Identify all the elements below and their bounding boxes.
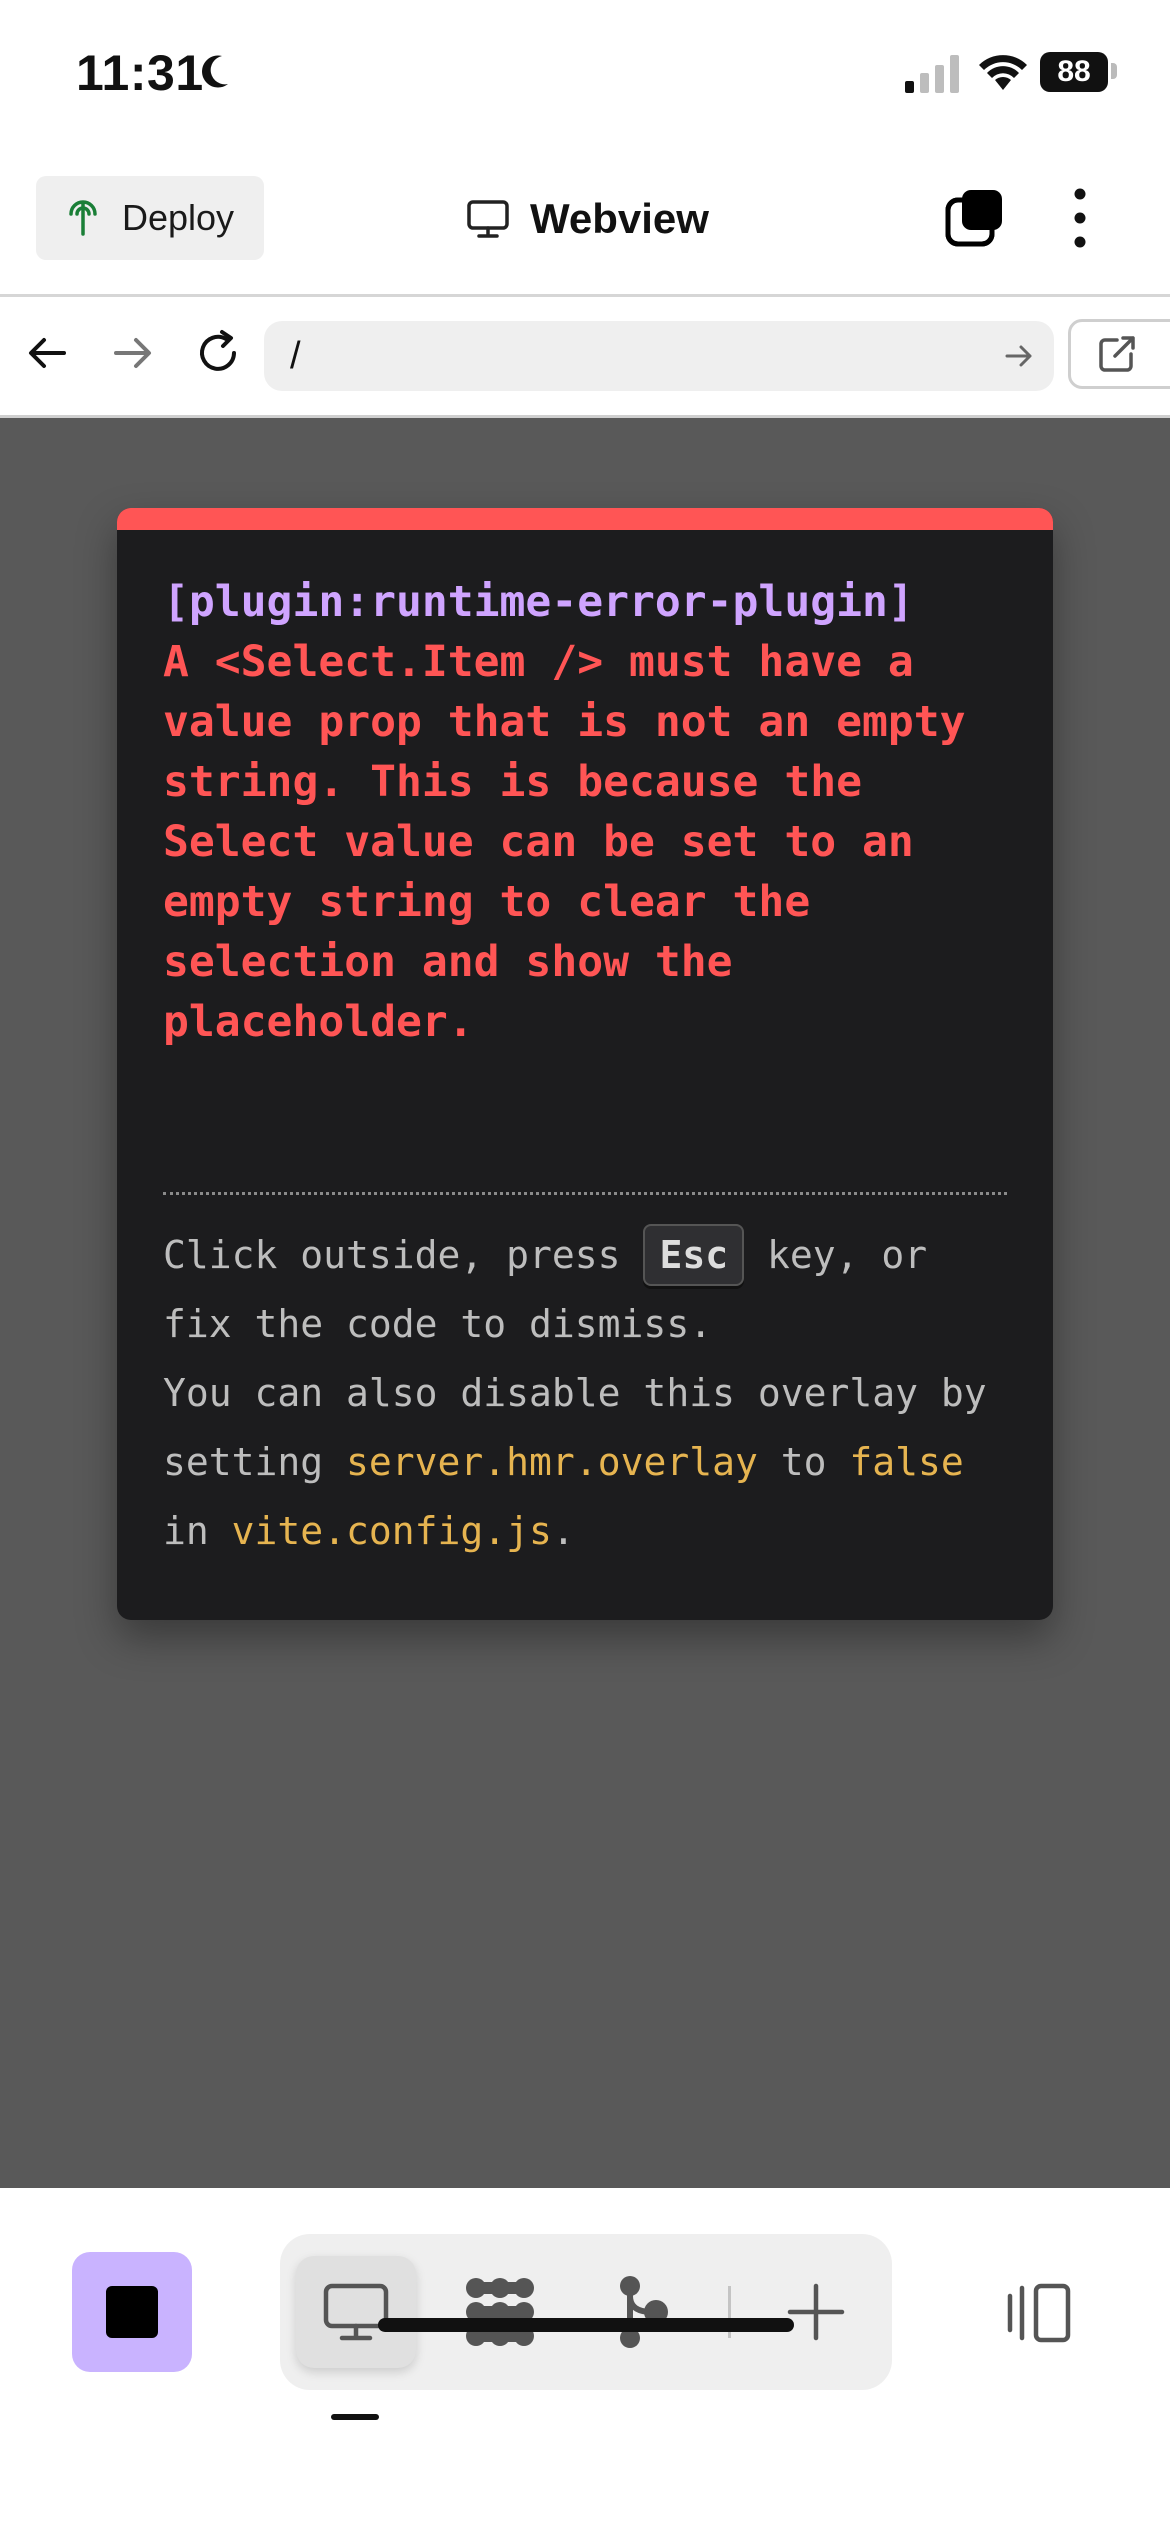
status-time: 11:31 xyxy=(76,45,204,101)
more-vertical-icon[interactable] xyxy=(1062,186,1098,250)
webview-area[interactable]: [plugin:runtime-error-plugin] A <Select.… xyxy=(0,418,1170,2188)
tip-text-5: in xyxy=(163,1509,232,1553)
app-header: Deploy Webview xyxy=(0,150,1170,297)
code-hmr-overlay: server.hmr.overlay xyxy=(346,1440,758,1484)
error-plugin: [plugin:runtime-error-plugin] xyxy=(163,577,914,627)
esc-key: Esc xyxy=(643,1224,745,1286)
code-false: false xyxy=(849,1440,964,1484)
grid-tool-button[interactable] xyxy=(440,2256,560,2368)
open-external-button[interactable] xyxy=(1068,319,1170,389)
webview-monitor-icon xyxy=(323,2283,389,2341)
url-bar xyxy=(0,297,1170,418)
deploy-tree-icon xyxy=(69,200,97,236)
reload-icon[interactable] xyxy=(192,327,244,379)
page-title: Webview xyxy=(466,194,709,244)
home-indicator[interactable] xyxy=(378,2318,794,2332)
code-vite-config: vite.config.js xyxy=(231,1509,552,1553)
error-message: A <Select.Item /> must have a value prop… xyxy=(163,637,992,1047)
wifi-icon xyxy=(979,55,1027,90)
error-overlay: [plugin:runtime-error-plugin] A <Select.… xyxy=(117,508,1053,1620)
go-arrow-icon[interactable] xyxy=(1004,342,1034,370)
grid-blob-icon xyxy=(466,2278,534,2346)
tabs-icon[interactable] xyxy=(944,186,1008,250)
tip-text-6: . xyxy=(551,1509,575,1553)
error-divider xyxy=(163,1192,1007,1195)
cellular-signal-icon xyxy=(905,55,959,93)
tip-text-1: Click outside, press xyxy=(163,1233,644,1277)
status-bar: 11:31 88 xyxy=(0,0,1170,150)
deploy-button[interactable]: Deploy xyxy=(36,176,264,260)
active-tab-indicator xyxy=(331,2414,379,2420)
battery-icon: 88 xyxy=(1040,52,1108,92)
bottom-toolbar xyxy=(0,2188,1170,2532)
url-input-container xyxy=(264,321,1054,391)
git-tool-button[interactable] xyxy=(584,2256,704,2368)
error-message-block: [plugin:runtime-error-plugin] A <Select.… xyxy=(163,572,1007,1052)
battery-tip xyxy=(1111,63,1117,79)
webview-tool-button[interactable] xyxy=(296,2256,416,2368)
monitor-icon xyxy=(467,200,509,238)
back-arrow-icon[interactable] xyxy=(26,331,70,375)
tip-text-4: to xyxy=(757,1440,850,1484)
error-accent-bar xyxy=(117,508,1053,530)
git-branch-icon xyxy=(620,2276,668,2348)
plus-icon xyxy=(787,2283,845,2341)
title-label: Webview xyxy=(530,195,709,242)
moon-icon xyxy=(202,55,228,88)
add-tool-button[interactable] xyxy=(756,2256,876,2368)
panel-layout-icon[interactable] xyxy=(998,2282,1074,2344)
stop-button[interactable] xyxy=(72,2252,192,2372)
stop-icon xyxy=(106,2286,158,2338)
open-external-icon xyxy=(1099,336,1135,372)
tool-group xyxy=(280,2234,892,2390)
forward-arrow-icon[interactable] xyxy=(110,331,154,375)
error-tip: Click outside, press Esc key, or fix the… xyxy=(163,1221,1007,1566)
deploy-label: Deploy xyxy=(122,197,235,238)
url-input[interactable] xyxy=(290,334,970,378)
